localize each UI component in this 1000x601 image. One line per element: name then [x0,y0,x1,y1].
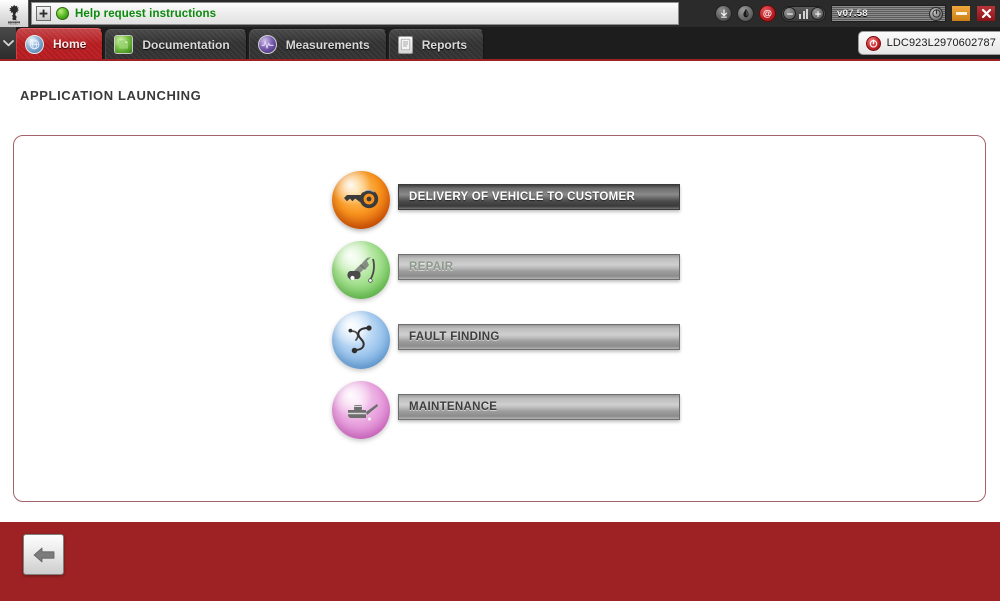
alert-icon[interactable] [737,5,754,22]
launch-label-maintenance: MAINTENANCE [409,401,498,413]
stethoscope-icon [332,311,390,369]
key-icon [332,171,390,229]
launch-item-maintenance[interactable]: MAINTENANCE [332,381,680,439]
tab-documentation-label: Documentation [142,37,230,52]
launch-button-list: DELIVERY OF VEHICLE TO CUSTOMER REPAIR F… [332,171,680,439]
launch-item-fault-finding[interactable]: FAULT FINDING [332,311,680,369]
launch-bar-maintenance[interactable]: MAINTENANCE [398,394,680,420]
waveform-icon [257,35,277,54]
application-launch-panel: DELIVERY OF VEHICLE TO CUSTOMER REPAIR F… [13,135,986,502]
minimize-button[interactable] [951,5,971,22]
vehicle-vin-label: LDC923L2970602787 [886,37,996,49]
chevron-down-icon[interactable] [0,27,16,59]
launch-bar-delivery[interactable]: DELIVERY OF VEHICLE TO CUSTOMER [398,184,680,210]
oil-can-icon [332,381,390,439]
launch-label-repair: REPAIR [409,261,454,273]
tab-measurements[interactable]: Measurements [248,29,387,59]
application-window: PEUGEOT Help request instructions @ v07.… [0,0,1000,601]
tab-reports[interactable]: Reports [388,29,485,59]
home-globe-icon [25,34,44,54]
plus-icon[interactable] [36,6,51,21]
tab-reports-label: Reports [421,37,468,52]
wrench-icon [332,241,390,299]
launch-bar-fault-finding[interactable]: FAULT FINDING [398,324,680,350]
tab-home[interactable]: Home [16,28,104,59]
svg-text:PEUGEOT: PEUGEOT [8,22,20,24]
report-page-icon [397,35,413,54]
tab-bar: Home Documentation Measurements Reports … [0,27,1000,59]
main-content-area: APPLICATION LAUNCHING DELIVERY OF VEHICL… [0,59,1000,524]
page-title: APPLICATION LAUNCHING [20,88,202,103]
at-email-icon[interactable]: @ [759,5,776,22]
download-icon[interactable] [715,5,732,22]
svg-text:@: @ [763,8,772,18]
launch-bar-repair[interactable]: REPAIR [398,254,680,280]
tab-documentation[interactable]: Documentation [105,29,247,59]
documentation-icon [114,35,134,54]
version-label: v07.58 [837,8,868,19]
launch-label-delivery: DELIVERY OF VEHICLE TO CUSTOMER [409,191,636,203]
zoom-out-button[interactable] [783,7,796,20]
launch-item-repair[interactable]: REPAIR [332,241,680,299]
top-toolbar: PEUGEOT Help request instructions @ v07.… [0,0,1000,27]
vehicle-vin-chip[interactable]: LDC923L2970602787 [857,31,1000,55]
help-request-label: Help request instructions [75,7,217,20]
peugeot-lion-logo: PEUGEOT [0,0,29,27]
back-arrow-icon[interactable] [23,534,64,575]
power-vehicle-icon [865,35,881,51]
tab-home-label: Home [53,37,87,51]
zoom-in-button[interactable] [811,7,824,20]
footer-bar: Perform a pre-delivery inspection or acc… [0,522,1000,601]
version-indicator: v07.58 [831,5,946,22]
help-request-bar[interactable]: Help request instructions [31,2,679,25]
zoom-level-bars [796,8,811,19]
toolbar-icon-group: @ v07.58 [679,0,1000,27]
launch-item-delivery[interactable]: DELIVERY OF VEHICLE TO CUSTOMER [332,171,680,229]
launch-label-fault-finding: FAULT FINDING [409,331,500,343]
green-status-icon [56,7,69,20]
power-knob-icon [929,6,943,21]
tab-measurements-label: Measurements [285,37,370,52]
close-button[interactable] [976,5,996,22]
zoom-control-group[interactable] [781,5,826,22]
